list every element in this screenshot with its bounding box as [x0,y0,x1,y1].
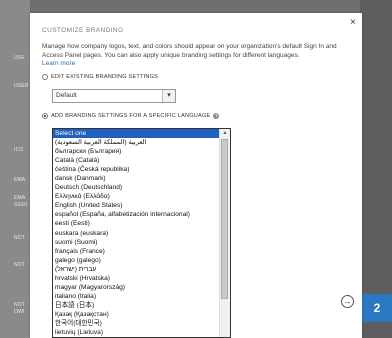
edit-existing-radio[interactable] [42,74,48,80]
language-option[interactable]: italiano (Italia) [53,292,220,301]
language-option[interactable]: euskara (euskara) [53,229,220,238]
bg-label: ICO [14,147,24,153]
background-right-strip [360,0,392,338]
bg-label: EMA [14,177,26,183]
dialog-title: CUSTOMIZE BRANDING [42,27,124,34]
language-option[interactable]: 한국어(대한민국) [53,319,220,328]
chevron-down-icon[interactable]: ▾ [162,90,175,102]
language-option[interactable]: English (United States) [53,201,220,210]
language-option[interactable]: français (France) [53,247,220,256]
language-option[interactable]: eesti (Eesti) [53,219,220,228]
add-language-option[interactable]: ADD BRANDING SETTINGS FOR A SPECIFIC LAN… [42,113,220,119]
language-option[interactable]: dansk (Danmark) [53,174,220,183]
language-option[interactable]: magyar (Magyarország) [53,283,220,292]
language-option[interactable]: Ελληνικά (Ελλάδα) [53,192,220,201]
next-button[interactable]: → [341,295,354,308]
close-icon[interactable]: × [350,17,356,28]
language-option[interactable]: Deutsch (Deutschland) [53,183,220,192]
bg-label: SIGN [14,202,28,208]
add-language-radio[interactable] [42,113,48,119]
bg-label: OWI [14,309,25,315]
dialog-description: Manage how company logos, text, and colo… [42,43,348,69]
step-tab[interactable]: 2 [362,294,392,322]
bg-label: NOT [14,262,26,268]
branding-select-value: Default [56,92,77,99]
language-option[interactable]: suomi (Suomi) [53,238,220,247]
bg-label: NOT [14,235,26,241]
language-option[interactable]: Català (Català) [53,156,220,165]
language-option[interactable]: עברית (ישראל) [53,265,220,274]
bg-label: USE [14,55,25,61]
learn-more-link[interactable]: Learn more [42,60,348,69]
edit-existing-label: EDIT EXISTING BRANDING SETTINGS [51,74,159,80]
scrollbar-thumb[interactable] [221,139,228,299]
description-text: Manage how company logos, text, and colo… [42,43,337,59]
branding-select[interactable]: Default ▾ [52,89,176,103]
bg-label: USER [14,83,29,89]
language-option[interactable]: 日本語 (日本) [53,301,220,310]
language-option[interactable]: galego (galego) [53,256,220,265]
language-option[interactable]: Қазақ (Қазақстан) [53,310,220,319]
bg-label: EMA [14,195,26,201]
scroll-up-icon[interactable]: ▲ [220,129,230,138]
background-panel: USE USER ICO EMA EMA SIGN NOT NOT NOT OW… [0,0,30,338]
listbox-scrollbar[interactable]: ▲ [219,129,230,337]
language-listbox[interactable]: Select one العربية (المملكة العربية السع… [52,128,231,338]
edit-existing-option[interactable]: EDIT EXISTING BRANDING SETTINGS [42,74,158,80]
add-language-label: ADD BRANDING SETTINGS FOR A SPECIFIC LAN… [51,113,211,119]
language-option[interactable]: العربية (المملكة العربية السعودية) [53,138,220,147]
help-icon[interactable]: ? [213,113,220,119]
customize-branding-dialog: × CUSTOMIZE BRANDING Manage how company … [30,13,362,338]
language-option[interactable]: български (България) [53,147,220,156]
bg-label: NOT [14,302,26,308]
language-option[interactable]: español (España, alfabetización internac… [53,210,220,219]
language-option[interactable]: čeština (Česká republika) [53,165,220,174]
language-option[interactable]: hrvatski (Hrvatska) [53,274,220,283]
language-option[interactable]: Select one [53,129,220,139]
language-option[interactable]: lietuvių (Lietuva) [53,328,220,337]
